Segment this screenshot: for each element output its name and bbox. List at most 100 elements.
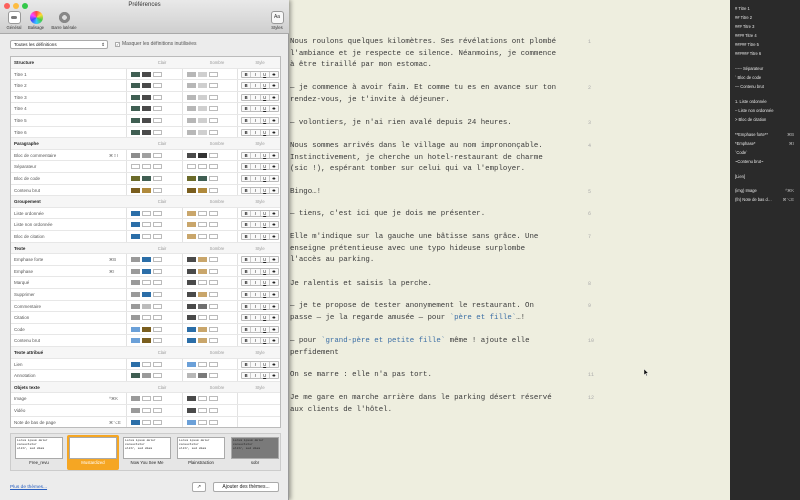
light-color-swatch[interactable]: [142, 176, 151, 181]
light-color-swatch[interactable]: [153, 396, 162, 402]
more-themes-link[interactable]: Plus de thèmes...: [10, 485, 47, 490]
light-color-swatch[interactable]: [131, 164, 140, 170]
definitions-select[interactable]: Toutes les définitions ⇕: [10, 40, 108, 49]
style-button[interactable]: B: [242, 303, 252, 309]
light-color-swatch[interactable]: [142, 71, 151, 77]
dark-color-swatch[interactable]: [187, 164, 196, 170]
light-color-swatch[interactable]: [153, 234, 162, 239]
dark-color-swatch[interactable]: [209, 315, 218, 321]
sidebar-item[interactable]: **Emphase forte** ⌘B: [735, 132, 797, 137]
toolbar-sidebar[interactable]: Barre latérale: [50, 11, 78, 30]
dark-color-swatch[interactable]: [209, 396, 218, 402]
dark-color-swatch[interactable]: [187, 373, 196, 379]
definition-row[interactable]: Vidéo: [11, 405, 280, 417]
light-color-swatch[interactable]: [131, 257, 140, 263]
light-color-swatch[interactable]: [153, 222, 162, 228]
dark-color-swatch[interactable]: [198, 71, 207, 77]
style-button[interactable]: S: [270, 83, 278, 88]
style-button[interactable]: S: [270, 269, 278, 274]
style-button[interactable]: I: [251, 94, 261, 100]
dark-color-swatch[interactable]: [209, 268, 218, 274]
light-color-swatch[interactable]: [131, 315, 140, 321]
definition-row[interactable]: Marqué B I U S: [11, 277, 280, 289]
style-button[interactable]: B: [242, 292, 252, 297]
style-button[interactable]: S: [270, 338, 278, 343]
dark-color-swatch[interactable]: [209, 83, 218, 89]
sidebar-item[interactable]: 1. Liste ordonnée: [735, 99, 797, 104]
light-color-swatch[interactable]: [131, 71, 140, 77]
style-button[interactable]: U: [261, 373, 270, 379]
style-button[interactable]: I: [251, 280, 261, 286]
light-color-swatch[interactable]: [142, 94, 151, 100]
dark-color-swatch[interactable]: [198, 373, 207, 379]
style-button[interactable]: B: [242, 187, 252, 193]
light-color-swatch[interactable]: [142, 83, 151, 89]
toolbar-styles[interactable]: Aa Styles: [266, 11, 288, 30]
editor-paragraph[interactable]: Elle m'indique sur la gauche une bâtisse…: [290, 232, 560, 267]
sidebar-item[interactable]: ## Titre 2: [735, 15, 797, 20]
style-button[interactable]: B: [242, 152, 252, 158]
dark-color-swatch[interactable]: [209, 187, 218, 193]
style-button[interactable]: I: [251, 222, 261, 228]
style-button[interactable]: S: [270, 315, 278, 320]
style-button[interactable]: S: [270, 373, 278, 378]
dark-color-swatch[interactable]: [187, 129, 196, 135]
light-color-swatch[interactable]: [142, 234, 151, 239]
light-color-swatch[interactable]: [153, 361, 162, 367]
dark-color-swatch[interactable]: [187, 326, 196, 332]
definition-row[interactable]: Contenu brut B I U S: [11, 335, 280, 347]
light-color-swatch[interactable]: [131, 280, 140, 286]
dark-color-swatch[interactable]: [209, 176, 218, 181]
style-button[interactable]: U: [261, 94, 270, 100]
light-color-swatch[interactable]: [153, 164, 162, 170]
style-button[interactable]: S: [270, 327, 278, 332]
light-color-swatch[interactable]: [153, 338, 162, 344]
light-color-swatch[interactable]: [131, 210, 140, 216]
light-color-swatch[interactable]: [142, 164, 151, 170]
definition-row[interactable]: Citation B I U S: [11, 312, 280, 324]
style-button[interactable]: I: [251, 292, 261, 297]
dark-color-swatch[interactable]: [209, 419, 218, 425]
style-button[interactable]: S: [270, 153, 278, 158]
light-color-swatch[interactable]: [142, 268, 151, 274]
dark-color-swatch[interactable]: [198, 326, 207, 332]
style-button[interactable]: I: [251, 234, 261, 239]
dark-color-swatch[interactable]: [198, 210, 207, 216]
style-button[interactable]: B: [242, 71, 252, 77]
light-color-swatch[interactable]: [153, 257, 162, 263]
dark-color-swatch[interactable]: [198, 83, 207, 89]
style-button[interactable]: U: [261, 176, 270, 181]
dark-color-swatch[interactable]: [198, 338, 207, 344]
style-button[interactable]: I: [251, 303, 261, 309]
dark-color-swatch[interactable]: [187, 257, 196, 263]
style-button[interactable]: I: [251, 129, 261, 135]
style-button[interactable]: B: [242, 280, 252, 286]
dark-color-swatch[interactable]: [198, 106, 207, 112]
light-color-swatch[interactable]: [153, 210, 162, 216]
definition-row[interactable]: Note de bas de page ⌘⌥E: [11, 417, 280, 427]
style-button[interactable]: S: [270, 304, 278, 309]
sidebar-item[interactable]: *Emphase* ⌘I: [735, 141, 797, 146]
dark-color-swatch[interactable]: [198, 419, 207, 425]
light-color-swatch[interactable]: [131, 83, 140, 89]
theme-item[interactable]: Lorem ipsum dolor consectetur elitr, sed d…: [229, 435, 280, 470]
dark-color-swatch[interactable]: [209, 292, 218, 297]
dark-color-swatch[interactable]: [209, 303, 218, 309]
style-button[interactable]: B: [242, 129, 252, 135]
sidebar-item[interactable]: ### Titre 3: [735, 24, 797, 29]
dark-color-swatch[interactable]: [187, 152, 196, 158]
style-button[interactable]: S: [270, 188, 278, 193]
light-color-swatch[interactable]: [153, 326, 162, 332]
style-button[interactable]: B: [242, 83, 252, 89]
light-color-swatch[interactable]: [153, 187, 162, 193]
dark-color-swatch[interactable]: [198, 176, 207, 181]
style-button[interactable]: B: [242, 210, 252, 216]
style-button[interactable]: U: [261, 257, 270, 263]
editor-paragraph[interactable]: Bingo…!: [290, 187, 560, 199]
style-button[interactable]: I: [251, 83, 261, 89]
style-button[interactable]: B: [242, 234, 252, 239]
dark-color-swatch[interactable]: [209, 338, 218, 344]
light-color-swatch[interactable]: [153, 83, 162, 89]
light-color-swatch[interactable]: [131, 129, 140, 135]
light-color-swatch[interactable]: [153, 303, 162, 309]
